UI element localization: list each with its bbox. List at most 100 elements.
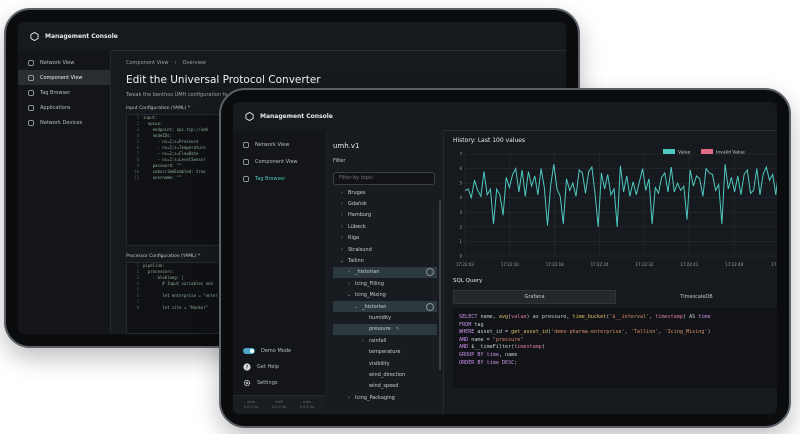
namespace-title: umh.v1 [333,142,360,150]
tree-item[interactable]: ⌄ Tallinn [333,255,437,266]
tree-item[interactable]: temperature [333,346,437,357]
x-tick-label: 17:22:03 [456,262,474,267]
breadcrumb-current: Overview [182,60,207,66]
sidebar-item-component-view[interactable]: Component View [18,70,110,85]
sidebar-item-label: Tag Browser [255,175,286,182]
tab-timescaledb[interactable]: TimescaleDB [616,290,777,304]
sidebar-item-network-devices[interactable]: Network Devices [18,115,110,130]
tree-item[interactable]: › Icing_Packaging [333,392,437,403]
sql-token: DESC [501,359,515,366]
sidebar-item-component-view[interactable]: Component View [233,153,325,170]
tree-item[interactable]: visibility [333,358,437,369]
sql-token: ; [514,359,518,366]
legend-swatch-value [663,149,675,154]
tree-item-label: Gdańsk [348,201,367,208]
tree-scrollbar[interactable] [439,200,441,370]
tree-item-label: wind_direction [369,371,406,378]
sql-token: time [486,351,499,358]
y-tick-label: 0 [459,254,462,259]
chevron-right-icon: › [341,235,343,242]
y-tick-label: 3 [459,210,462,215]
code-text: - ns=2;s=Pressure [143,139,199,144]
version-item: mlf3 0.0.0 no [272,400,286,409]
settings-button[interactable]: Settings [233,375,325,391]
tree-item-label: Riga [348,235,360,242]
breadcrumb-parent[interactable]: Component View [126,60,168,66]
code-text: - ns=2;s=Temperature [143,145,206,150]
sql-line: WHERE asset_id = get_asset_id('demo-phar… [459,329,771,337]
tree-item[interactable]: › Stralsund [333,244,437,255]
network-icon [28,59,34,66]
app-title: Management Console [45,32,118,40]
y-tick-label: 2 [459,224,462,229]
tab-grafana[interactable]: Grafana [453,290,616,304]
code-text: password: "" [143,163,182,168]
sidebar-item-label: Network View [255,141,290,148]
sidebar-item-label: Component View [40,74,83,81]
sql-line: AND $__timeFilter(timestamp) [459,344,771,352]
topic-tree: › Bruges › Gdańsk › Hamburg › Lübeck › Riga › Stral… [333,187,437,414]
sql-token: '$__interval' [609,314,650,320]
y-tick-label: 6 [459,166,462,171]
breadcrumb: Component View › Overview [126,60,550,66]
cursor-icon: ↖ [395,326,400,333]
help-icon: ? [243,363,251,371]
tree-item[interactable]: › Hamburg [333,210,437,221]
filter-input[interactable] [333,171,435,185]
tree-item-label: Icing_Mixing [355,292,386,299]
sidebar-item-tag-browser[interactable]: Tag Browser [18,85,110,100]
tree-item-label: Icing_Packaging [355,394,395,401]
code-text: subscribeEnabled: true [143,169,206,174]
sql-token: AND [459,336,469,343]
tree-item[interactable]: › Riga [333,233,437,244]
tree-item[interactable]: ⌄ _historian [333,300,437,313]
tree-item[interactable]: › rainfall [333,335,437,346]
code-text: endpoint: opc.tcp://umh [143,127,209,132]
page-title: Edit the Universal Protocol Converter [126,74,321,86]
x-tick-label: 17:22:24 [591,262,609,267]
filter-label: Filter [333,158,346,164]
sidebar-item-label: Network View [40,59,75,66]
network-icon [243,141,249,148]
y-tick-label: 1 [459,239,462,244]
front-sidebar: Network View Component View Tag Browser De… [233,130,326,414]
legend-swatch-invalid [701,149,713,154]
code-text: - bloblang: | [143,275,184,280]
devices-icon [28,119,34,126]
tree-item[interactable]: › Icing_Filling [333,278,437,289]
toggle-switch-icon[interactable] [243,348,255,354]
sidebar-item-network-view[interactable]: Network View [18,55,110,70]
tree-item[interactable]: › Bruges [333,187,437,198]
tree-item[interactable]: pressure ↖ [333,323,437,336]
tree-item[interactable]: humidity [333,312,437,323]
y-tick-label: 4 [459,195,462,200]
chevron-down-icon: ⌄ [339,258,345,265]
tree-item[interactable]: › Lübeck [333,221,437,232]
tree-item[interactable]: › Gdańsk [333,198,437,209]
sidebar-item-applications[interactable]: Applications [18,100,110,115]
get-help-button[interactable]: ? Get Help [233,359,325,375]
sidebar-item-label: Component View [255,158,298,165]
tree-item[interactable]: wind_speed [333,381,437,392]
tree-item[interactable]: ⌄ Icing_Mixing [333,290,437,301]
sidebar-item-network-view[interactable]: Network View [233,136,325,153]
sidebar-item-tag-browser[interactable]: Tag Browser [233,170,325,187]
code-text: opcua: [143,121,163,126]
sql-token: get_asset_id [511,329,548,336]
chevron-right-icon: › [348,280,350,287]
chevron-right-icon: › [341,189,343,196]
tree-item-label: visibility [369,360,390,367]
tag-icon [243,175,249,182]
sql-code-block: SELECT name, avg(value) as pressure, tim… [453,308,777,388]
line-number: 8 [136,305,139,310]
sql-line: GROUP BY time, name [459,352,771,360]
tree-item-label: pressure [369,326,391,333]
settings-label: Settings [257,380,278,386]
tree-item[interactable]: › _historian [333,266,437,279]
sql-token: FROM [459,321,472,328]
history-title: History: Last 100 values [453,137,526,144]
demo-mode-toggle[interactable]: Demo Mode [233,343,325,359]
tree-item[interactable]: wind_direction [333,369,437,380]
sql-token: SELECT [459,314,478,320]
front-topbar: Management Console [233,102,777,131]
